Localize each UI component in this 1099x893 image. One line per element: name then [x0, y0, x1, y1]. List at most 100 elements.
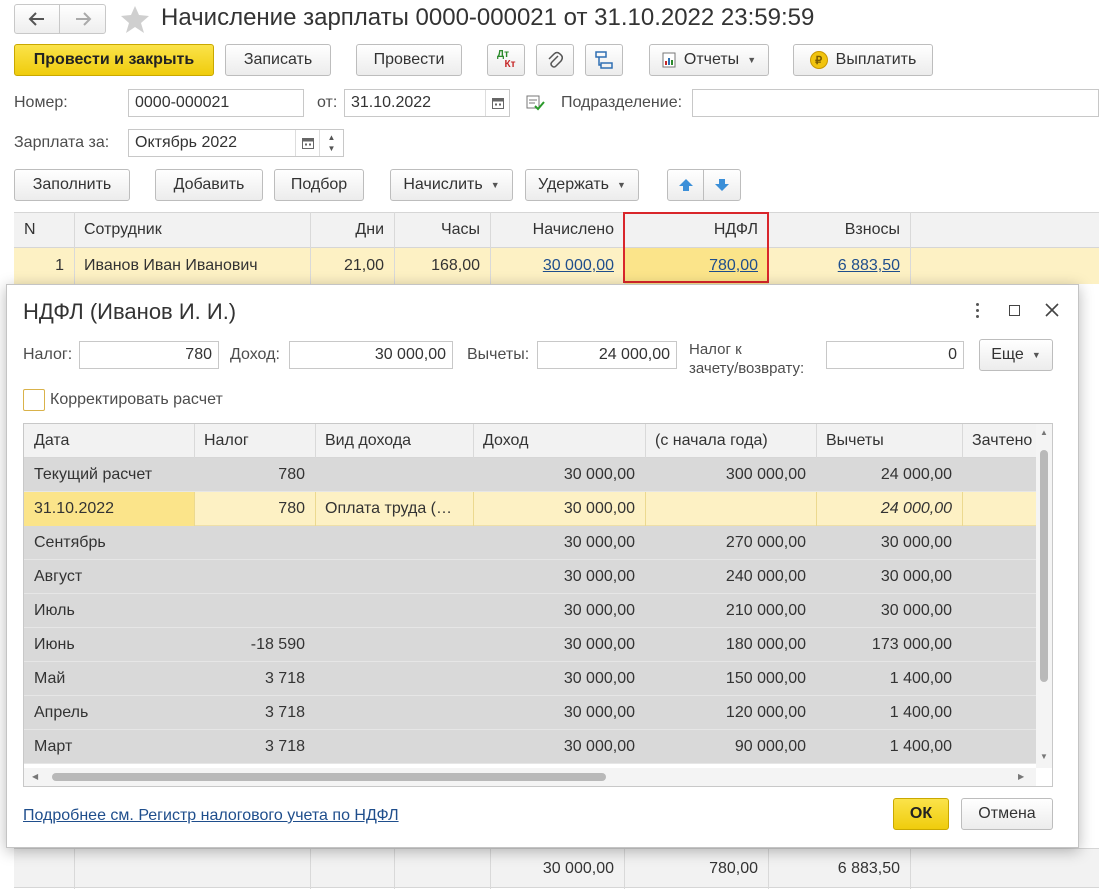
- cell-ytd: 150 000,00: [725, 670, 806, 687]
- cell-ytd: [645, 492, 816, 526]
- column-divider: [310, 212, 311, 284]
- cell-offset: [962, 730, 1036, 764]
- cell-ytd: 270 000,00: [725, 534, 806, 551]
- col-header-days[interactable]: Дни: [310, 212, 394, 248]
- row-contributions[interactable]: 6 883,50: [768, 248, 910, 284]
- cell-date: Август: [34, 568, 83, 585]
- cell-date: Сентябрь: [34, 534, 106, 551]
- step-down-icon[interactable]: ▼: [328, 143, 336, 154]
- post-and-close-button[interactable]: Провести и закрыть: [14, 44, 214, 76]
- cell-kind: [315, 560, 473, 594]
- grid-col-offset[interactable]: Зачтено: [962, 424, 1042, 458]
- add-button[interactable]: Добавить: [155, 169, 263, 201]
- column-divider: [910, 849, 911, 889]
- cell-ytd: 300 000,00: [725, 466, 806, 483]
- horizontal-scrollbar[interactable]: ◀ ▶: [24, 768, 1036, 786]
- reports-button[interactable]: Отчеты ▼: [649, 44, 769, 76]
- offset-label-line1: Налог к: [689, 341, 742, 358]
- col-header-hours[interactable]: Часы: [394, 212, 490, 248]
- cell-kind: Оплата труда (…: [325, 500, 453, 517]
- accrued-link[interactable]: 30 000,00: [543, 257, 614, 275]
- attach-button[interactable]: [536, 44, 574, 76]
- accrue-button[interactable]: Начислить ▼: [390, 169, 513, 201]
- vertical-scroll-thumb[interactable]: [1040, 450, 1048, 682]
- select-button[interactable]: Подбор: [274, 169, 364, 201]
- date-value: 31.10.2022: [351, 94, 432, 111]
- cell-kind: [315, 730, 473, 764]
- withhold-label: Удержать: [538, 176, 610, 193]
- col-header-n[interactable]: N: [14, 212, 74, 248]
- cell-deductions: 30 000,00: [880, 602, 952, 619]
- save-button[interactable]: Записать: [225, 44, 331, 76]
- employees-table: N Сотрудник Дни Часы Начислено НДФЛ Взно…: [14, 212, 1099, 284]
- ndfl-register-link[interactable]: Подробнее см. Регистр налогового учета п…: [23, 807, 399, 825]
- offset-field[interactable]: 0: [826, 341, 964, 369]
- cell-income: 30 000,00: [563, 602, 635, 619]
- horizontal-scroll-thumb[interactable]: [52, 773, 606, 781]
- step-up-icon[interactable]: ▲: [328, 132, 336, 143]
- total-accrued: 30 000,00: [542, 860, 614, 877]
- number-field[interactable]: 0000-000021: [128, 89, 304, 117]
- offset-label-line2: зачету/возврату:: [689, 360, 805, 377]
- grid-col-ytd[interactable]: (с начала года): [645, 424, 816, 458]
- column-divider: [645, 424, 646, 458]
- structure-button[interactable]: [585, 44, 623, 76]
- contributions-link[interactable]: 6 883,50: [838, 257, 900, 275]
- calendar-icon[interactable]: [485, 90, 509, 116]
- cell-kind: [315, 594, 473, 628]
- ndfl-grid: Дата Налог Вид дохода Доход (с начала го…: [23, 423, 1053, 787]
- col-header-employee[interactable]: Сотрудник: [74, 212, 310, 248]
- cancel-button[interactable]: Отмена: [961, 798, 1053, 830]
- cell-tax: [194, 560, 315, 594]
- date-field[interactable]: 31.10.2022: [344, 89, 510, 117]
- more-button[interactable]: Еще ▼: [979, 339, 1053, 371]
- grid-col-tax[interactable]: Налог: [194, 424, 315, 458]
- scroll-right-icon[interactable]: ▶: [1018, 772, 1024, 781]
- back-button[interactable]: [15, 5, 61, 33]
- grid-col-income[interactable]: Доход: [473, 424, 645, 458]
- post-button[interactable]: Провести: [356, 44, 462, 76]
- fill-button[interactable]: Заполнить: [14, 169, 130, 201]
- salary-period-field[interactable]: Октябрь 2022 ▲ ▼: [128, 129, 344, 157]
- vertical-scrollbar[interactable]: ▲ ▼: [1036, 424, 1052, 768]
- income-field[interactable]: 30 000,00: [289, 341, 453, 369]
- grid-col-deductions[interactable]: Вычеты: [816, 424, 962, 458]
- move-up-button[interactable]: [668, 170, 705, 200]
- more-options-icon[interactable]: [967, 297, 987, 323]
- grid-col-kind[interactable]: Вид дохода: [315, 424, 473, 458]
- scroll-down-icon[interactable]: ▼: [1040, 752, 1048, 761]
- grid-col-date[interactable]: Дата: [24, 424, 194, 458]
- move-buttons: [667, 169, 741, 201]
- chevron-down-icon: ▼: [617, 180, 626, 190]
- col-header-accrued[interactable]: Начислено: [490, 212, 624, 248]
- scroll-up-icon[interactable]: ▲: [1040, 428, 1048, 437]
- col-header-contributions[interactable]: Взносы: [768, 212, 910, 248]
- correct-calc-checkbox[interactable]: [23, 389, 45, 411]
- calendar-icon[interactable]: [295, 130, 319, 156]
- division-field[interactable]: [692, 89, 1099, 117]
- star-icon[interactable]: [119, 4, 151, 34]
- pay-button[interactable]: ₽ Выплатить: [793, 44, 933, 76]
- document-check-icon[interactable]: [526, 94, 546, 112]
- cell-deductions: 24 000,00: [880, 500, 952, 517]
- cell-income: 30 000,00: [563, 466, 635, 483]
- scroll-left-icon[interactable]: ◀: [32, 772, 38, 781]
- forward-button[interactable]: [60, 5, 105, 33]
- close-icon[interactable]: [1045, 303, 1059, 317]
- deductions-label: Вычеты:: [467, 346, 530, 363]
- maximize-icon[interactable]: [1009, 305, 1020, 316]
- arrow-up-icon: [678, 179, 693, 191]
- period-stepper[interactable]: ▲ ▼: [319, 130, 343, 156]
- dt-kt-button[interactable]: Дт Кт: [487, 44, 525, 76]
- page-title: Начисление зарплаты 0000-000021 от 31.10…: [161, 4, 815, 31]
- cell-offset: [962, 560, 1036, 594]
- withhold-button[interactable]: Удержать ▼: [525, 169, 639, 201]
- cell-income: 30 000,00: [563, 704, 635, 721]
- deductions-field[interactable]: 24 000,00: [537, 341, 677, 369]
- tax-field[interactable]: 780: [79, 341, 219, 369]
- row-accrued[interactable]: 30 000,00: [490, 248, 624, 284]
- ok-button[interactable]: ОК: [893, 798, 949, 830]
- dialog-title: НДФЛ (Иванов И. И.): [23, 299, 237, 324]
- cell-tax: 3 718: [264, 738, 305, 755]
- move-down-button[interactable]: [704, 170, 740, 200]
